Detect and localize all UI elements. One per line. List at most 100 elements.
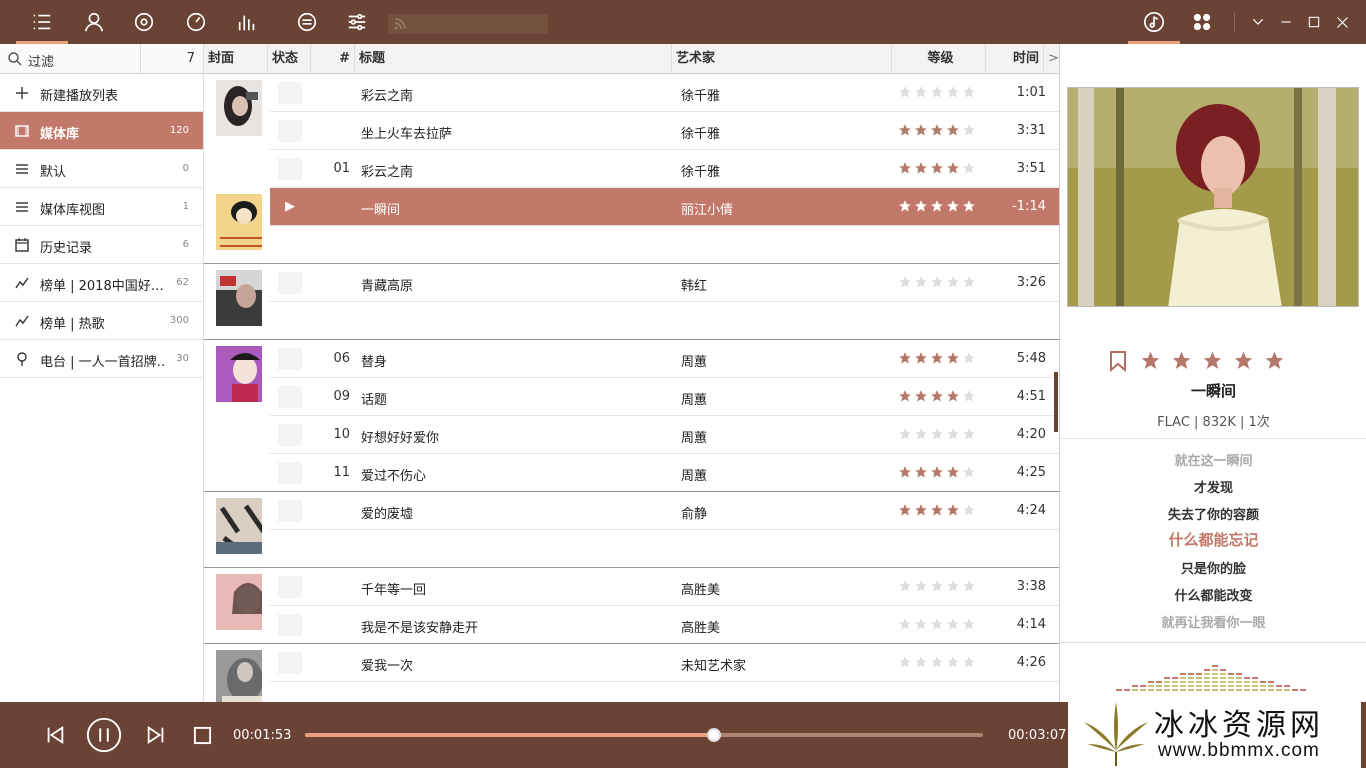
sidebar-item[interactable]: 榜单 | 热歌 300 [0,302,203,340]
sidebar-item[interactable]: 电台 | 一人一首招牌… 30 [0,340,203,378]
star-empty-icon[interactable] [946,85,960,99]
grid-icon[interactable] [1188,8,1216,36]
star-filled-icon[interactable] [930,161,944,175]
star-empty-icon[interactable] [898,85,912,99]
table-row[interactable]: ▶ 一瞬间 丽江小倩 -1:14 [270,188,1059,226]
star-filled-icon[interactable] [898,503,912,517]
column-header-cover[interactable]: 封面 [204,44,268,74]
star-empty-icon[interactable] [914,617,928,631]
star-empty-icon[interactable] [962,465,976,479]
star-filled-icon[interactable] [898,161,912,175]
sliders-icon[interactable] [343,8,371,36]
row-rating[interactable] [898,199,976,213]
minus-circle-icon[interactable] [293,8,321,36]
table-row[interactable]: 09 话题 周蕙 4:51 [270,378,1059,416]
table-row[interactable]: 06 替身 周蕙 5:48 [270,340,1059,378]
star-empty-icon[interactable] [898,427,912,441]
star-filled-icon[interactable] [946,199,960,213]
column-header-artist[interactable]: 艺术家 [672,44,892,74]
stop-button[interactable] [193,726,212,749]
star-filled-icon[interactable] [946,465,960,479]
table-scrollbar[interactable] [1054,372,1058,432]
star-filled-icon[interactable] [1171,350,1192,371]
star-filled-icon[interactable] [946,161,960,175]
star-filled-icon[interactable] [898,389,912,403]
star-filled-icon[interactable] [914,389,928,403]
star-empty-icon[interactable] [946,655,960,669]
disc-icon[interactable] [130,8,158,36]
row-rating[interactable] [898,351,976,365]
column-header-number[interactable]: # [311,44,355,74]
star-empty-icon[interactable] [962,427,976,441]
star-empty-icon[interactable] [930,579,944,593]
row-rating[interactable] [898,579,976,593]
sidebar-item[interactable]: 历史记录 6 [0,226,203,264]
star-filled-icon[interactable] [930,389,944,403]
column-header-title[interactable]: 标题 [355,44,672,74]
chevron-down-icon[interactable] [1244,8,1272,36]
row-rating[interactable] [898,655,976,669]
star-filled-icon[interactable] [930,351,944,365]
row-rating[interactable] [898,389,976,403]
star-filled-icon[interactable] [914,161,928,175]
star-empty-icon[interactable] [898,655,912,669]
table-row[interactable]: 坐上火车去拉萨 徐千雅 3:31 [270,112,1059,150]
star-filled-icon[interactable] [914,465,928,479]
star-empty-icon[interactable] [930,655,944,669]
search-box[interactable] [388,14,548,34]
star-filled-icon[interactable] [914,503,928,517]
music-note-icon[interactable] [1140,8,1168,36]
star-filled-icon[interactable] [914,199,928,213]
star-empty-icon[interactable] [946,617,960,631]
table-row[interactable]: 01 彩云之南 徐千雅 3:51 [270,150,1059,188]
star-empty-icon[interactable] [930,427,944,441]
star-empty-icon[interactable] [962,275,976,289]
table-row[interactable]: 爱的废墟 俞静 4:24 [270,492,1059,530]
star-empty-icon[interactable] [914,85,928,99]
table-row[interactable]: 青藏高原 韩红 3:26 [270,264,1059,302]
star-filled-icon[interactable] [898,199,912,213]
play-pause-button[interactable] [85,716,123,758]
sidebar-item[interactable]: 默认 0 [0,150,203,188]
star-empty-icon[interactable] [930,85,944,99]
row-rating[interactable] [898,617,976,631]
star-empty-icon[interactable] [898,579,912,593]
star-empty-icon[interactable] [930,617,944,631]
filter-bar[interactable]: 过滤 7 [0,44,203,74]
column-header-status[interactable]: 状态 [268,44,311,74]
star-filled-icon[interactable] [898,351,912,365]
star-filled-icon[interactable] [914,351,928,365]
progress-handle[interactable] [706,728,721,742]
star-empty-icon[interactable] [962,85,976,99]
star-filled-icon[interactable] [930,123,944,137]
table-row[interactable]: 10 好想好好爱你 周蕙 4:20 [270,416,1059,454]
star-filled-icon[interactable] [930,503,944,517]
clock-icon[interactable] [182,8,210,36]
star-empty-icon[interactable] [898,275,912,289]
star-empty-icon[interactable] [962,389,976,403]
row-rating[interactable] [898,123,976,137]
column-header-rating[interactable]: 等级 [892,44,986,74]
star-empty-icon[interactable] [898,617,912,631]
sidebar-item[interactable]: 榜单 | 2018中国好… 62 [0,264,203,302]
star-filled-icon[interactable] [946,503,960,517]
star-empty-icon[interactable] [930,275,944,289]
table-row[interactable]: 千年等一回 高胜美 3:38 [270,568,1059,606]
column-header-time[interactable]: 时间 [986,44,1044,74]
star-filled-icon[interactable] [946,123,960,137]
star-empty-icon[interactable] [914,275,928,289]
previous-track-button[interactable] [44,724,66,750]
sidebar-item[interactable]: 新建播放列表 [0,74,203,112]
star-filled-icon[interactable] [898,123,912,137]
star-filled-icon[interactable] [946,351,960,365]
star-filled-icon[interactable] [930,465,944,479]
star-empty-icon[interactable] [946,579,960,593]
maximize-icon[interactable] [1300,8,1328,36]
star-empty-icon[interactable] [914,579,928,593]
star-empty-icon[interactable] [962,503,976,517]
row-rating[interactable] [898,275,976,289]
column-more-arrow[interactable]: > [1044,44,1059,74]
table-row[interactable]: 爱我一次 未知艺术家 4:26 [270,644,1059,682]
star-empty-icon[interactable] [962,123,976,137]
table-row[interactable]: 我是不是该安静走开 高胜美 4:14 [270,606,1059,644]
